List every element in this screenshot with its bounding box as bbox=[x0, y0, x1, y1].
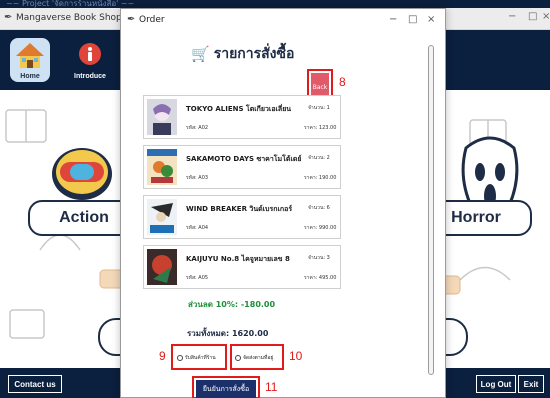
home-label: Home bbox=[20, 73, 40, 80]
item-code: รหัส: A02 bbox=[186, 125, 209, 131]
feather-icon: ✒ bbox=[4, 12, 13, 23]
cart-icon: 🛒 bbox=[191, 45, 210, 63]
item-quantity: จำนวน: 3 bbox=[308, 255, 330, 261]
order-item: SAKAMOTO DAYS ซาคาโมโต้เดย์ จำนวน: 2 รหั… bbox=[143, 145, 341, 189]
scrollbar-thumb[interactable] bbox=[428, 45, 434, 375]
item-quantity: จำนวน: 6 bbox=[308, 205, 330, 211]
order-window: ✒ Order − □ × 🛒 รายการสั่งซื้อ Back 8 TO… bbox=[120, 8, 446, 398]
order-item: KAIJUYU No.8 ไคจูหมายเลข 8 จำนวน: 3 รหัส… bbox=[143, 245, 341, 289]
annotation-number-back: 8 bbox=[339, 75, 346, 89]
maximize-icon[interactable]: □ bbox=[528, 11, 537, 22]
item-name: WIND BREAKER วินด์เบรกเกอร์ bbox=[186, 205, 293, 213]
item-code: รหัส: A04 bbox=[186, 225, 209, 231]
main-window-title: Mangaverse Book Shop bbox=[16, 13, 122, 23]
item-price: ราคา: 190.00 bbox=[304, 175, 337, 181]
radio-button[interactable] bbox=[235, 355, 241, 361]
book-cover-image bbox=[147, 149, 177, 185]
contact-us-button[interactable]: Contact us bbox=[8, 375, 62, 393]
home-nav-button[interactable]: Home bbox=[10, 38, 50, 82]
confirm-order-button[interactable]: ยืนยันการสั่งซื้อ bbox=[196, 380, 256, 398]
book-cover-image bbox=[147, 249, 177, 285]
discount-text: ส่วนลด 10%: -180.00 bbox=[188, 300, 276, 309]
close-icon[interactable]: × bbox=[427, 14, 435, 25]
annotation-number-pickup: 9 bbox=[159, 349, 166, 363]
item-code: รหัส: A03 bbox=[186, 175, 209, 181]
minimize-icon[interactable]: − bbox=[508, 11, 516, 22]
book-cover-image bbox=[147, 99, 177, 135]
introduce-label: Introduce bbox=[74, 73, 106, 80]
annotation-number-confirm: 11 bbox=[265, 380, 278, 394]
feather-icon: ✒ bbox=[127, 14, 136, 25]
item-price: ราคา: 495.00 bbox=[304, 275, 337, 281]
pickup-label: รับสินค้าที่ร้าน bbox=[185, 355, 216, 361]
order-heading-text: รายการสั่งซื้อ bbox=[213, 46, 295, 62]
item-price: ราคา: 123.00 bbox=[304, 125, 337, 131]
item-code: รหัส: A05 bbox=[186, 275, 209, 281]
top-taskbar: ~~ Project 'จัดการร้านหนังสือ' ~~ bbox=[0, 0, 550, 8]
exit-button[interactable]: Exit bbox=[518, 375, 544, 393]
item-price: ราคา: 990.00 bbox=[304, 225, 337, 231]
order-heading: 🛒 รายการสั่งซื้อ bbox=[191, 43, 341, 65]
item-quantity: จำนวน: 2 bbox=[308, 155, 330, 161]
order-window-titlebar: ✒ Order − □ × bbox=[121, 9, 445, 31]
pickup-radio[interactable]: รับสินค้าที่ร้าน bbox=[177, 349, 216, 367]
boxing-glove-icon bbox=[52, 148, 112, 200]
radio-button[interactable] bbox=[177, 355, 183, 361]
order-scrollbar[interactable] bbox=[427, 37, 435, 393]
order-item: TOKYO ALIENS โตเกียวเอเลี่ยน จำนวน: 1 รห… bbox=[143, 95, 341, 139]
delivery-label: จัดส่งตามที่อยู่ bbox=[243, 355, 274, 361]
annotation-number-delivery: 10 bbox=[289, 349, 303, 363]
minimize-icon[interactable]: − bbox=[389, 14, 397, 25]
info-bubble-icon bbox=[79, 43, 101, 65]
item-name: SAKAMOTO DAYS ซาคาโมโต้เดย์ bbox=[186, 155, 302, 163]
close-icon[interactable]: × bbox=[542, 11, 550, 22]
item-quantity: จำนวน: 1 bbox=[308, 105, 330, 111]
item-name: KAIJUYU No.8 ไคจูหมายเลข 8 bbox=[186, 255, 290, 263]
house-icon bbox=[16, 43, 44, 68]
order-item: WIND BREAKER วินด์เบรกเกอร์ จำนวน: 6 รหั… bbox=[143, 195, 341, 239]
logout-button[interactable]: Log Out bbox=[476, 375, 516, 393]
maximize-icon[interactable]: □ bbox=[408, 14, 417, 25]
introduce-nav-button[interactable]: Introduce bbox=[70, 38, 110, 82]
total-text: รวมทั้งหมด: 1620.00 bbox=[187, 329, 269, 338]
item-name: TOKYO ALIENS โตเกียวเอเลี่ยน bbox=[186, 105, 292, 113]
delivery-radio[interactable]: จัดส่งตามที่อยู่ bbox=[235, 349, 273, 367]
order-window-title: Order bbox=[139, 15, 165, 25]
book-cover-image bbox=[147, 199, 177, 235]
